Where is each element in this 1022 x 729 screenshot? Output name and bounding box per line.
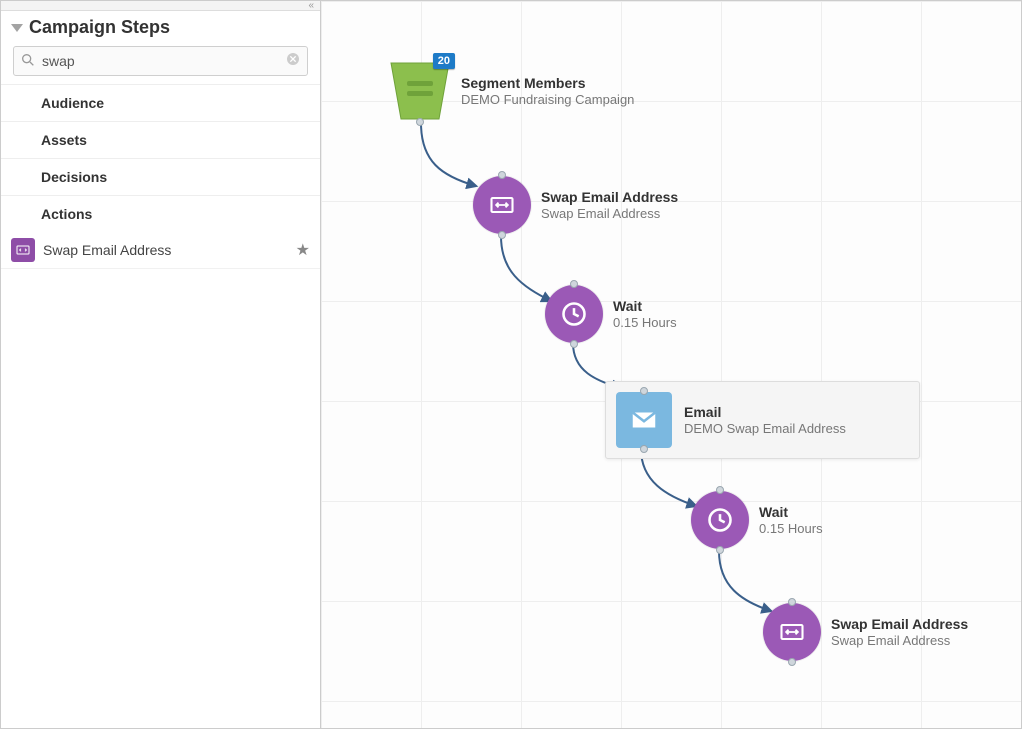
email-icon (616, 392, 672, 448)
panel-title: Campaign Steps (29, 17, 170, 38)
clock-icon (545, 285, 603, 343)
node-subtitle: Swap Email Address (831, 633, 968, 648)
disclosure-triangle-icon (11, 24, 23, 32)
node-subtitle: DEMO Fundraising Campaign (461, 92, 634, 107)
step-label: Swap Email Address (43, 242, 288, 258)
clock-icon (691, 491, 749, 549)
category-assets[interactable]: Assets (1, 121, 320, 158)
node-subtitle: Swap Email Address (541, 206, 678, 221)
node-swap-email-2[interactable]: Swap Email Address Swap Email Address (763, 603, 968, 661)
node-segment-members[interactable]: 20 Segment Members DEMO Fundraising Camp… (389, 61, 634, 121)
step-swap-email-address[interactable]: Swap Email Address ★ (1, 232, 320, 269)
app-root: « Campaign Steps Audience Assets Decisio… (0, 0, 1022, 729)
node-title: Swap Email Address (541, 189, 678, 205)
swap-email-icon (763, 603, 821, 661)
search-clear-button[interactable] (285, 51, 301, 72)
node-title: Wait (613, 298, 677, 314)
category-decisions[interactable]: Decisions (1, 158, 320, 195)
category-audience[interactable]: Audience (1, 84, 320, 121)
favorite-star-icon[interactable]: ★ (296, 240, 310, 260)
node-title: Email (684, 404, 846, 420)
node-email[interactable]: Email DEMO Swap Email Address (605, 381, 920, 459)
node-swap-email-1[interactable]: Swap Email Address Swap Email Address (473, 176, 678, 234)
sidebar-panel: « Campaign Steps Audience Assets Decisio… (1, 1, 321, 728)
node-title: Segment Members (461, 75, 634, 91)
node-subtitle: DEMO Swap Email Address (684, 421, 846, 436)
node-subtitle: 0.15 Hours (613, 315, 677, 330)
node-title: Wait (759, 504, 823, 520)
search-input[interactable] (36, 53, 285, 69)
segment-bucket-icon: 20 (389, 61, 451, 121)
swap-email-icon (473, 176, 531, 234)
node-wait-1[interactable]: Wait 0.15 Hours (545, 285, 677, 343)
search-box (13, 46, 308, 76)
sidebar-collapse-handle[interactable]: « (1, 1, 320, 11)
panel-header[interactable]: Campaign Steps (1, 11, 320, 46)
swap-email-icon (11, 238, 35, 262)
campaign-canvas[interactable]: 20 Segment Members DEMO Fundraising Camp… (321, 1, 1021, 728)
node-title: Swap Email Address (831, 616, 968, 632)
node-wait-2[interactable]: Wait 0.15 Hours (691, 491, 823, 549)
category-actions[interactable]: Actions (1, 195, 320, 232)
chevron-left-icon: « (308, 1, 314, 11)
segment-count-badge: 20 (433, 53, 455, 69)
search-icon (20, 52, 36, 71)
node-subtitle: 0.15 Hours (759, 521, 823, 536)
